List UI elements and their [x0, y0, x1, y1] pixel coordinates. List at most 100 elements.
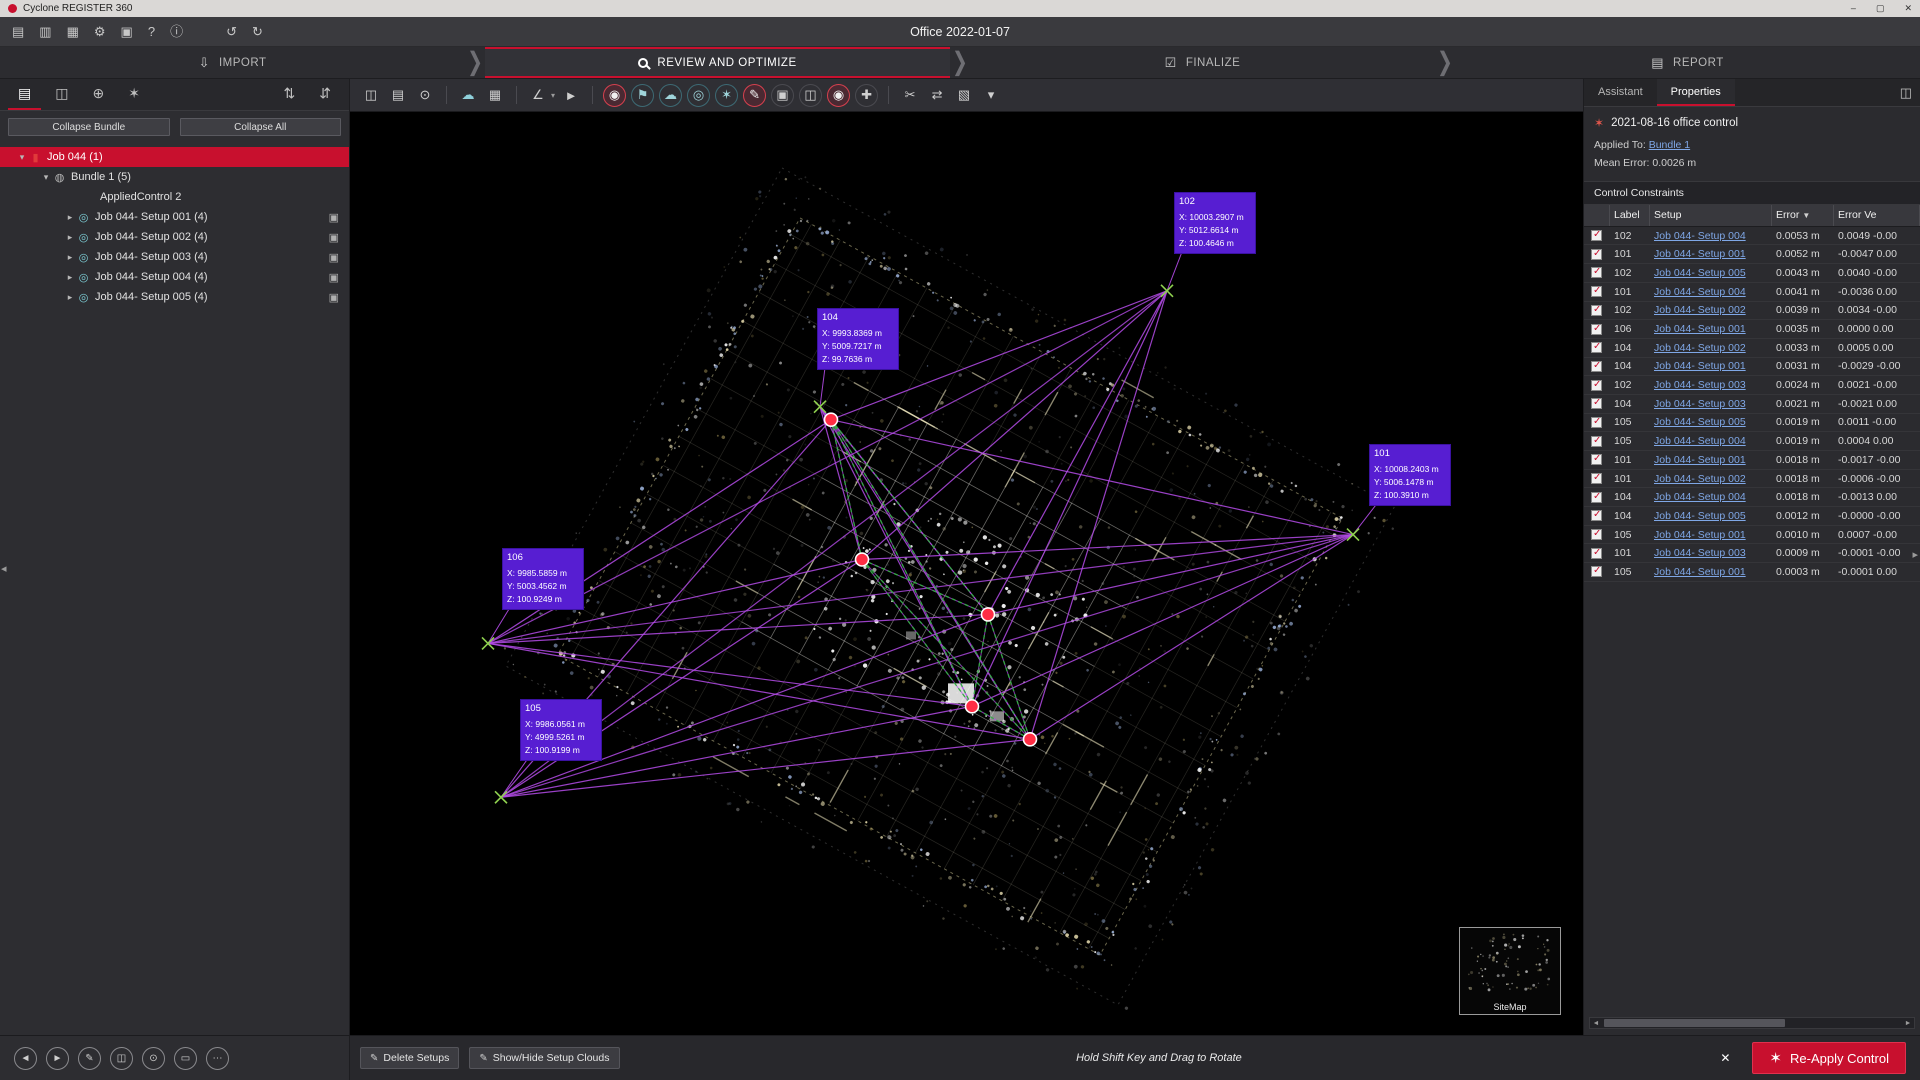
reapply-control-button[interactable]: ✶ Re-Apply Control: [1752, 1042, 1906, 1074]
constraint-checkbox[interactable]: [1591, 324, 1602, 335]
tree-item-job-044-setup-004-4-[interactable]: ▸◎Job 044- Setup 004 (4)▣: [0, 267, 349, 287]
panorama-image-icon[interactable]: ▣: [329, 211, 339, 224]
control-label-101[interactable]: 101X: 10008.2403 mY: 5006.1478 mZ: 100.3…: [1369, 444, 1451, 506]
add-cloud-icon[interactable]: ☁: [659, 84, 682, 107]
setup-column-header[interactable]: Setup: [1650, 205, 1772, 226]
sort-tree-icon[interactable]: ⇅: [274, 79, 306, 110]
tree-item-job-044-setup-001-4-[interactable]: ▸◎Job 044- Setup 001 (4)▣: [0, 207, 349, 227]
constraint-setup-link[interactable]: Job 044- Setup 005: [1654, 510, 1746, 522]
label-column-header[interactable]: Label: [1610, 205, 1650, 226]
constraint-checkbox[interactable]: [1591, 417, 1602, 428]
links-tab-icon[interactable]: ◫: [45, 79, 78, 110]
constraint-checkbox[interactable]: [1591, 286, 1602, 297]
export-icon[interactable]: ▦: [67, 25, 79, 38]
error-column-header[interactable]: Error▼: [1772, 205, 1834, 226]
copy-settings-icon[interactable]: ◫: [360, 84, 382, 106]
tree-item-job-044-1-[interactable]: ▾▮Job 044 (1): [0, 147, 349, 167]
more-icon[interactable]: ⋯: [206, 1047, 229, 1070]
settings-icon[interactable]: ⚙: [94, 25, 106, 38]
storage-icon[interactable]: ▣: [121, 25, 133, 38]
constraint-checkbox[interactable]: [1591, 473, 1602, 484]
constraint-checkbox[interactable]: [1591, 305, 1602, 316]
constraint-setup-link[interactable]: Job 044- Setup 002: [1654, 304, 1746, 316]
tree-caret-icon[interactable]: ▸: [64, 292, 76, 303]
open-project-icon[interactable]: ▤: [12, 25, 24, 38]
filter-tree-icon[interactable]: ⇵: [309, 79, 341, 110]
constraint-checkbox[interactable]: [1591, 230, 1602, 241]
scrollbar-thumb[interactable]: [1604, 1019, 1785, 1027]
constraint-setup-link[interactable]: Job 044- Setup 003: [1654, 398, 1746, 410]
constraint-row-10[interactable]: 104Job 044- Setup 0030.0021 m-0.0021 0.0…: [1584, 395, 1920, 414]
add-user-icon[interactable]: ✚: [855, 84, 878, 107]
constraint-setup-link[interactable]: Job 044- Setup 001: [1654, 360, 1746, 372]
redo-icon[interactable]: ↻: [252, 25, 263, 38]
constraint-setup-link[interactable]: Job 044- Setup 001: [1654, 566, 1746, 578]
constraint-checkbox[interactable]: [1591, 380, 1602, 391]
constraint-row-15[interactable]: 104Job 044- Setup 0040.0018 m-0.0013 0.0…: [1584, 488, 1920, 507]
constraint-checkbox[interactable]: [1591, 529, 1602, 540]
constraint-row-6[interactable]: 106Job 044- Setup 0010.0035 m0.0000 0.00: [1584, 320, 1920, 339]
edit-icon[interactable]: ✎: [78, 1047, 101, 1070]
pick-point-icon[interactable]: ►: [560, 84, 582, 106]
tree-item-job-044-setup-003-4-[interactable]: ▸◎Job 044- Setup 003 (4)▣: [0, 247, 349, 267]
zoom-window-icon[interactable]: ⊙: [414, 84, 436, 106]
constraint-row-9[interactable]: 102Job 044- Setup 0030.0024 m0.0021 -0.0…: [1584, 376, 1920, 395]
constraint-setup-link[interactable]: Job 044- Setup 004: [1654, 435, 1746, 447]
measure-icon-dropdown-icon[interactable]: ▾: [551, 91, 555, 100]
constraint-row-16[interactable]: 104Job 044- Setup 0050.0012 m-0.0000 -0.…: [1584, 507, 1920, 526]
show-hide-setup-clouds-button[interactable]: ✎ Show/Hide Setup Clouds: [469, 1047, 619, 1069]
collapse-bundle-button[interactable]: Collapse Bundle: [8, 118, 170, 136]
apply-settings-icon[interactable]: ▤: [387, 84, 409, 106]
constraint-row-11[interactable]: 105Job 044- Setup 0050.0019 m0.0011 -0.0…: [1584, 414, 1920, 433]
sitemap-thumbnail[interactable]: SiteMap: [1459, 927, 1561, 1015]
constraint-row-4[interactable]: 101Job 044- Setup 0040.0041 m-0.0036 0.0…: [1584, 283, 1920, 302]
constraint-checkbox[interactable]: [1591, 361, 1602, 372]
setup-node-4[interactable]: [966, 700, 979, 713]
add-setup-icon[interactable]: ◉: [603, 84, 626, 107]
applied-to-link[interactable]: Bundle 1: [1649, 139, 1690, 151]
create-link-icon[interactable]: ⇄: [926, 84, 948, 106]
import-data-icon[interactable]: ▥: [39, 25, 51, 38]
duplicate-icon[interactable]: ◫: [110, 1047, 133, 1070]
constraint-setup-link[interactable]: Job 044- Setup 002: [1654, 342, 1746, 354]
add-tag-icon[interactable]: ⚑: [631, 84, 654, 107]
tab-assistant[interactable]: Assistant: [1584, 79, 1657, 106]
tree-caret-icon[interactable]: ▸: [64, 232, 76, 243]
workflow-tab-review-and-optimize[interactable]: REVIEW AND OPTIMIZE: [485, 47, 950, 78]
close-button[interactable]: ✕: [1904, 3, 1912, 14]
control-label-104[interactable]: 104X: 9993.8369 mY: 5009.7217 mZ: 99.763…: [817, 308, 899, 370]
constraint-row-19[interactable]: 105Job 044- Setup 0010.0003 m-0.0001 0.0…: [1584, 563, 1920, 582]
constraint-checkbox[interactable]: [1591, 492, 1602, 503]
constraint-row-1[interactable]: 102Job 044- Setup 0040.0053 m0.0049 -0.0…: [1584, 227, 1920, 246]
draw-annotation-icon[interactable]: ✎: [743, 84, 766, 107]
workflow-tab-report[interactable]: ▤REPORT: [1455, 47, 1920, 78]
grid-icon[interactable]: ▦: [484, 84, 506, 106]
tree-caret-icon[interactable]: ▾: [16, 152, 28, 163]
tree-caret-icon[interactable]: ▸: [64, 252, 76, 263]
constraint-row-3[interactable]: 102Job 044- Setup 0050.0043 m0.0040 -0.0…: [1584, 264, 1920, 283]
constraint-row-14[interactable]: 101Job 044- Setup 0020.0018 m-0.0006 -0.…: [1584, 470, 1920, 489]
workflow-tab-import[interactable]: ⇩IMPORT: [0, 47, 465, 78]
constraint-checkbox[interactable]: [1591, 566, 1602, 577]
control-label-105[interactable]: 105X: 9986.0561 mY: 4999.5261 mZ: 100.91…: [520, 699, 602, 761]
control-label-106[interactable]: 106X: 9985.5859 mY: 5003.4562 mZ: 100.92…: [502, 548, 584, 610]
constraint-setup-link[interactable]: Job 044- Setup 003: [1654, 379, 1746, 391]
constraint-checkbox[interactable]: [1591, 249, 1602, 260]
more-tools-icon[interactable]: ▾: [980, 84, 1002, 106]
constraint-setup-link[interactable]: Job 044- Setup 004: [1654, 491, 1746, 503]
tree-item-job-044-setup-002-4-[interactable]: ▸◎Job 044- Setup 002 (4)▣: [0, 227, 349, 247]
collapse-left-panel-icon[interactable]: ◂: [1, 562, 7, 575]
control-tab-icon[interactable]: ✶: [118, 79, 150, 110]
control-point-102[interactable]: [1161, 285, 1173, 297]
split-link-icon[interactable]: ✂: [899, 84, 921, 106]
minimize-button[interactable]: –: [1851, 3, 1856, 14]
constraint-checkbox[interactable]: [1591, 548, 1602, 559]
tree-item-appliedcontrol-2[interactable]: AppliedControl 2: [0, 187, 349, 207]
maximize-button[interactable]: ▢: [1876, 3, 1885, 14]
panorama-image-icon[interactable]: ▣: [329, 291, 339, 304]
constraint-checkbox[interactable]: [1591, 342, 1602, 353]
constraint-checkbox[interactable]: [1591, 454, 1602, 465]
undo-icon[interactable]: ↺: [226, 25, 237, 38]
setup-node-5[interactable]: [1024, 733, 1037, 746]
collapse-all-button[interactable]: Collapse All: [180, 118, 342, 136]
